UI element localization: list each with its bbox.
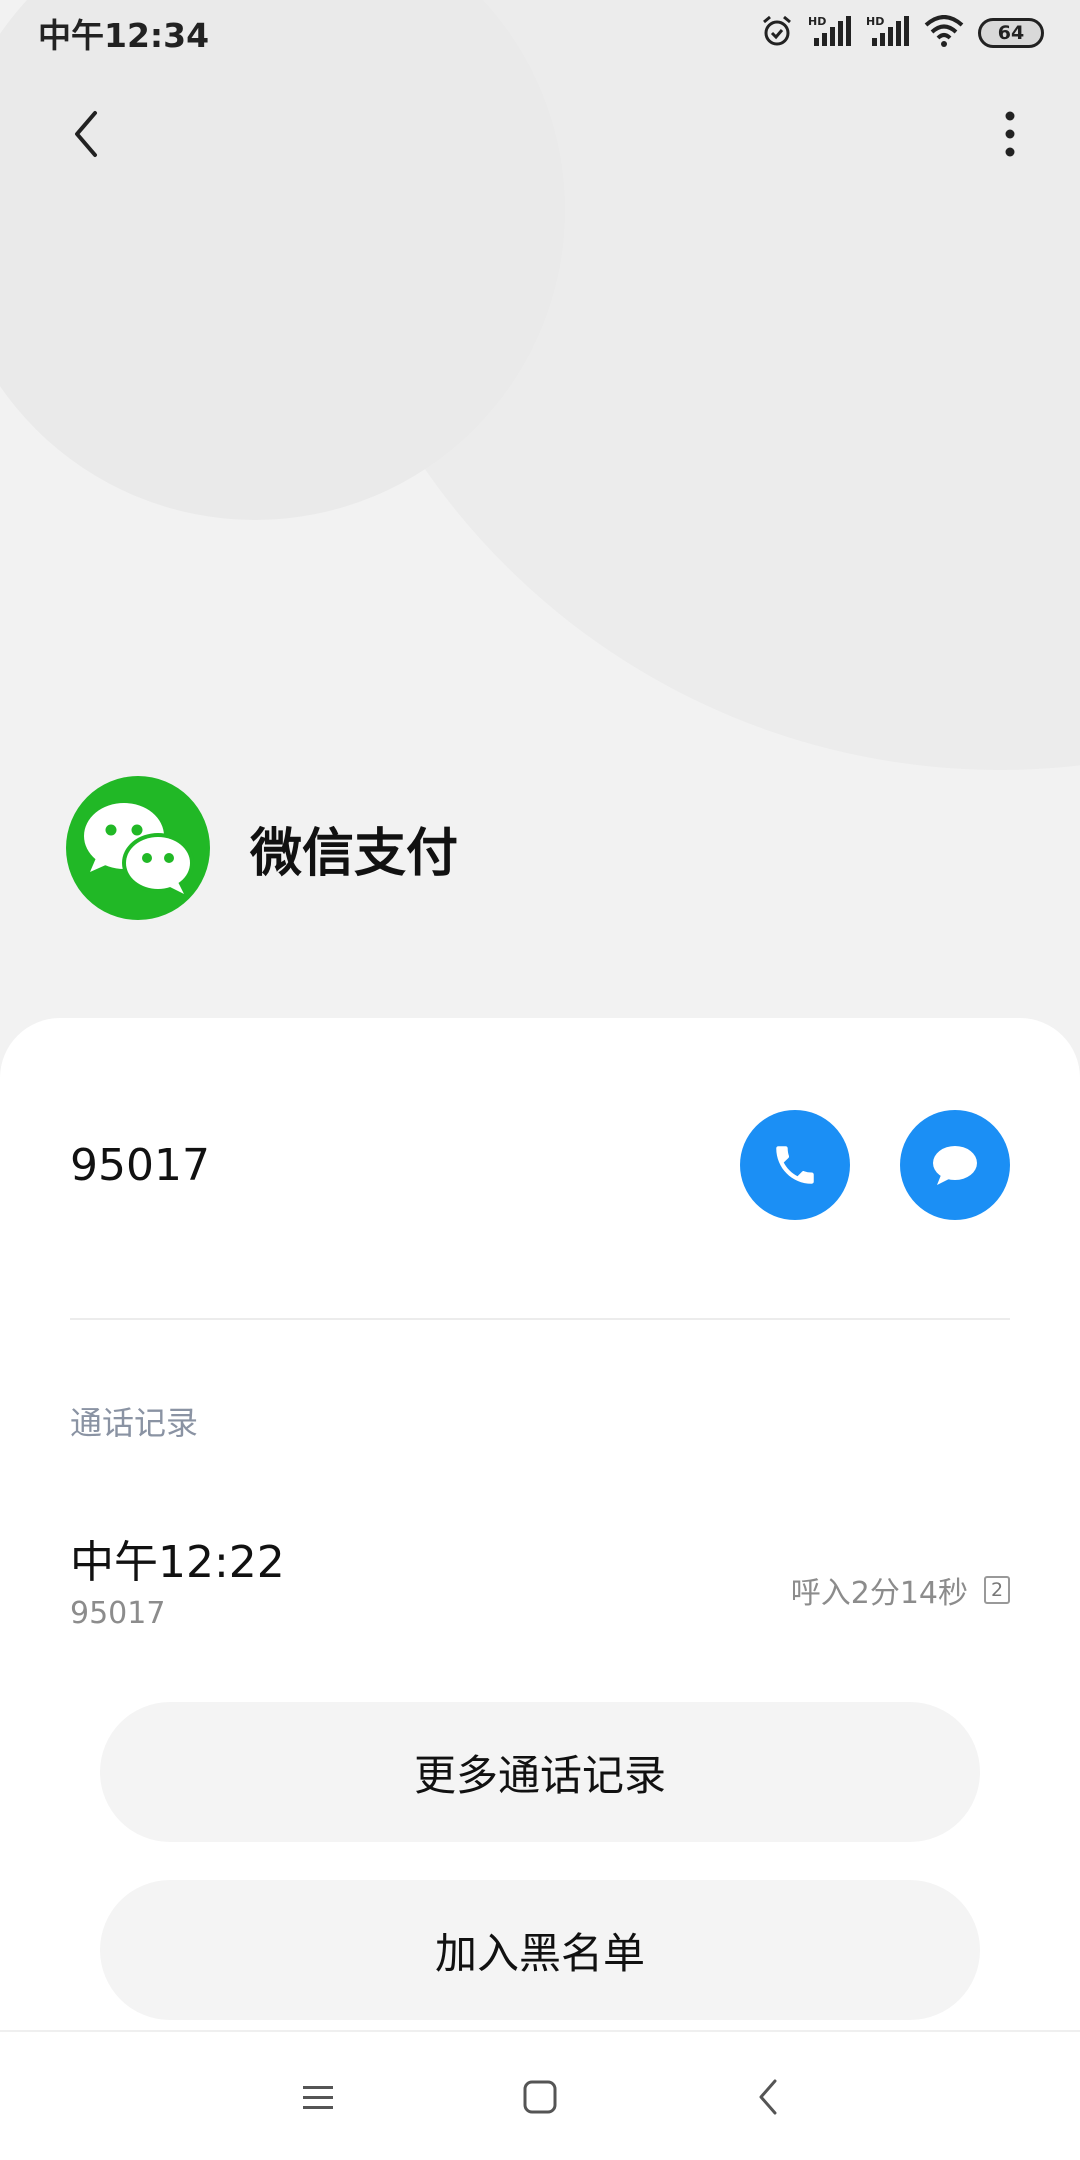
message-icon xyxy=(933,1146,977,1185)
avatar xyxy=(66,776,210,920)
more-vertical-icon xyxy=(1005,111,1015,157)
contact-header: 微信支付 xyxy=(66,776,458,920)
phone-actions xyxy=(740,1110,1010,1220)
home-square-icon xyxy=(523,2080,557,2114)
sim-badge: 2 xyxy=(984,1576,1010,1604)
svg-text:HD: HD xyxy=(808,15,826,28)
top-nav xyxy=(0,90,1080,176)
call-duration: 呼入2分14秒 xyxy=(790,1576,968,1611)
svg-text:HD: HD xyxy=(866,15,884,28)
call-number: 95017 xyxy=(70,1596,166,1631)
system-nav-bar xyxy=(0,2030,1080,2160)
status-icons: HD HD 64 xyxy=(760,14,1044,52)
call-button[interactable] xyxy=(740,1110,850,1220)
contact-name: 微信支付 xyxy=(250,823,459,884)
divider xyxy=(70,1318,1010,1320)
status-bar: 中午12:34 HD HD 64 xyxy=(0,0,1080,66)
add-blacklist-button[interactable]: 加入黑名单 xyxy=(100,1880,980,2020)
contact-card: 95017 通话记录 中午12:22 95017 呼入2分14秒 2 更多通话记… xyxy=(0,1018,1080,2160)
signal-hd-icon: HD xyxy=(808,14,852,52)
more-call-log-button[interactable]: 更多通话记录 xyxy=(100,1702,980,1842)
call-detail: 呼入2分14秒 2 xyxy=(791,1568,1010,1612)
nav-home-button[interactable] xyxy=(510,2067,570,2127)
wifi-icon xyxy=(924,15,964,51)
call-log-section-label: 通话记录 xyxy=(70,1404,199,1442)
call-log-item[interactable]: 中午12:22 95017 呼入2分14秒 2 xyxy=(70,1526,1010,1646)
status-time: 中午12:34 xyxy=(38,16,210,55)
phone-number: 95017 xyxy=(70,1139,210,1191)
nav-back-button[interactable] xyxy=(738,2067,798,2127)
more-options-button[interactable] xyxy=(980,104,1040,164)
alarm-icon xyxy=(760,14,794,52)
phone-row[interactable]: 95017 xyxy=(70,1110,1010,1220)
nav-menu-button[interactable] xyxy=(288,2067,348,2127)
phone-icon xyxy=(776,1146,814,1184)
chevron-left-icon xyxy=(75,111,97,157)
call-time: 中午12:22 xyxy=(70,1537,285,1588)
back-button[interactable] xyxy=(56,104,116,164)
back-chevron-icon xyxy=(759,2079,777,2115)
message-button[interactable] xyxy=(900,1110,1010,1220)
menu-icon xyxy=(303,2086,333,2109)
signal-hd-icon: HD xyxy=(866,14,910,52)
battery-icon: 64 xyxy=(978,18,1044,48)
contact-detail-screen: 中午12:34 HD HD 64 微信支付 95017 通话记录 中午12:22… xyxy=(0,0,1080,2160)
wechat-icon xyxy=(84,803,194,894)
